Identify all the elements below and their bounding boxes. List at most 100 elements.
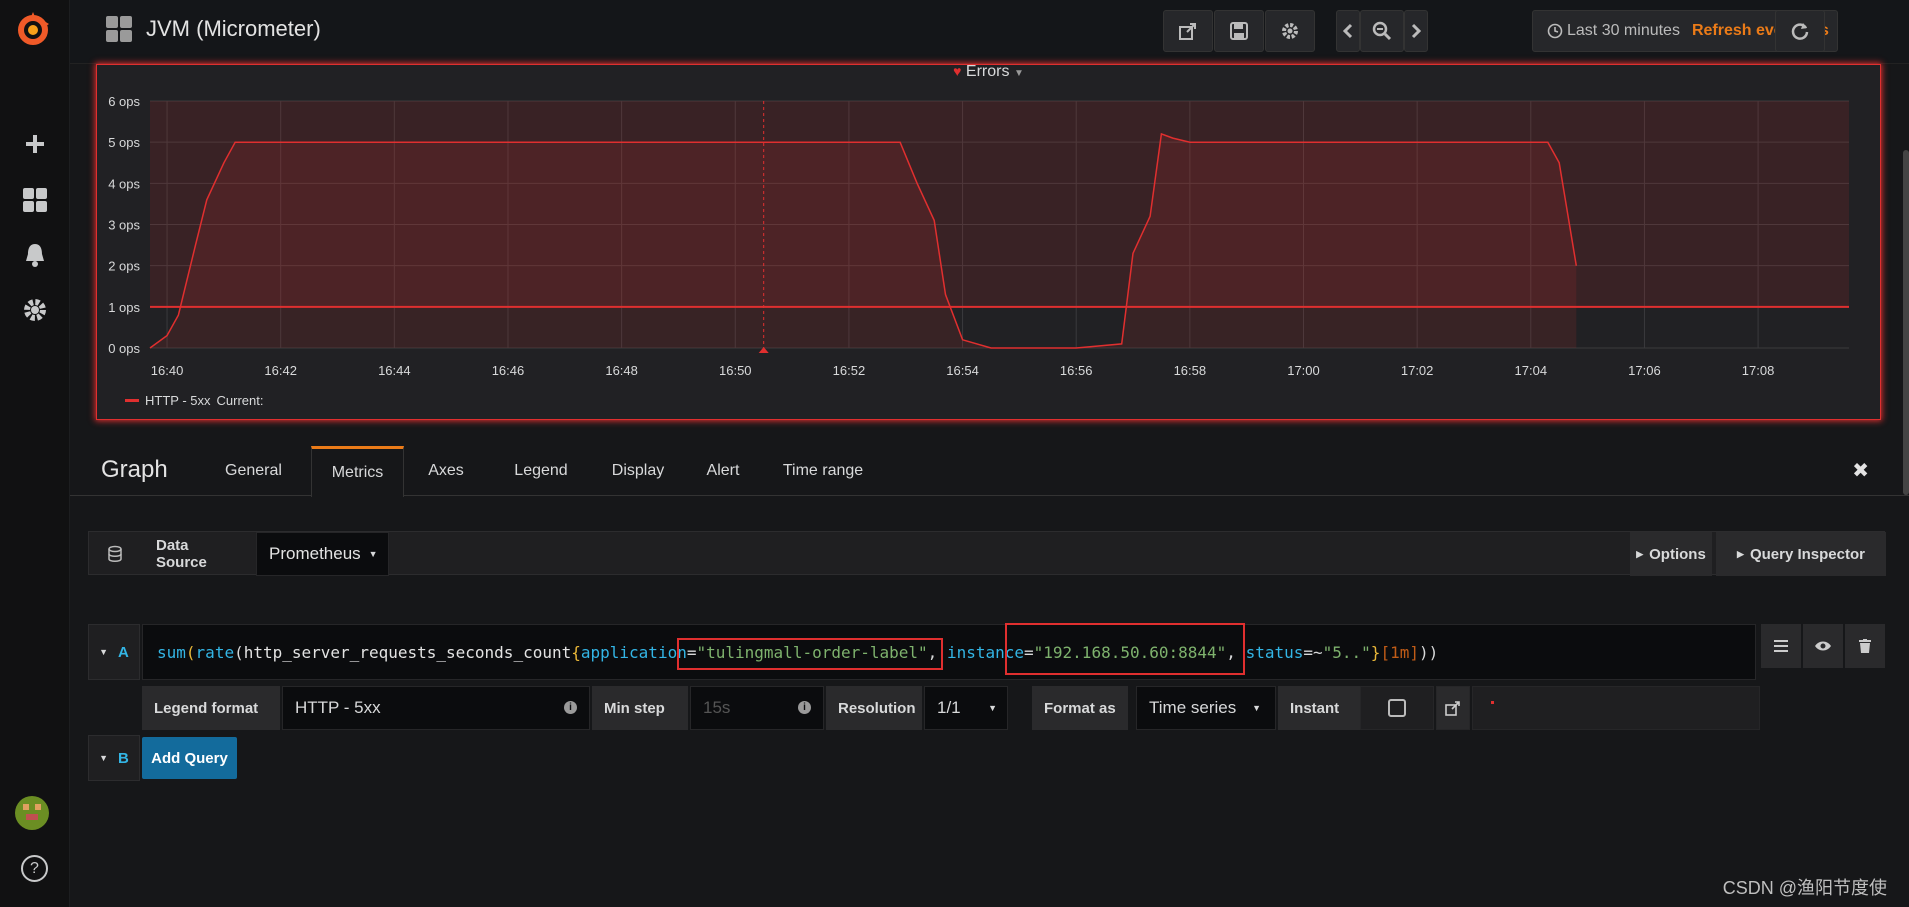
instant-checkbox[interactable] — [1388, 699, 1406, 717]
help-icon[interactable]: ? — [21, 855, 48, 882]
scrollbar-thumb[interactable] — [1903, 150, 1909, 495]
time-range-label: Last 30 minutes — [1567, 22, 1680, 39]
legend-format-value: HTTP - 5xx — [295, 698, 381, 717]
watermark-text: CSDN @渔阳节度使 — [1722, 878, 1887, 898]
remove-query-trash-icon[interactable] — [1845, 624, 1885, 668]
query-token: =~ — [1303, 642, 1323, 662]
format-as-select[interactable]: Time series ▼ — [1136, 686, 1276, 730]
x-tick-label: 17:02 — [1401, 363, 1434, 378]
tab-metrics[interactable]: Metrics — [311, 446, 404, 497]
close-editor-button[interactable]: ✖ — [1852, 458, 1869, 483]
x-tick-label: 16:56 — [1060, 363, 1093, 378]
info-icon: i — [798, 701, 811, 714]
y-tick-label: 2 ops — [108, 259, 140, 274]
user-avatar[interactable] — [15, 796, 49, 830]
datasource-value: Prometheus — [269, 544, 361, 563]
dashboard-settings-button[interactable] — [1265, 10, 1315, 52]
x-tick-label: 16:50 — [719, 363, 752, 378]
query-a-header[interactable]: ▼ A — [88, 624, 140, 680]
query-token: "5.." — [1322, 642, 1371, 662]
grafana-logo-icon[interactable] — [13, 10, 53, 50]
configuration-gear-icon[interactable] — [0, 290, 70, 330]
add-query-button[interactable]: Add Query — [142, 737, 237, 779]
x-tick-label: 17:00 — [1287, 363, 1320, 378]
x-tick-label: 16:54 — [946, 363, 979, 378]
x-tick-label: 16:46 — [492, 363, 525, 378]
clock-icon — [1547, 23, 1563, 39]
query-b-letter: B — [118, 749, 129, 767]
top-navbar: JVM (Micrometer) Last 30 minutes Refresh… — [70, 0, 1909, 64]
x-tick-label: 17:06 — [1628, 363, 1661, 378]
query-options-button[interactable]: ▶ Options — [1630, 532, 1712, 576]
tab-legend[interactable]: Legend — [506, 446, 576, 496]
caret-down-icon: ▼ — [368, 549, 378, 559]
legend-current-label: Current: — [216, 393, 264, 408]
sidebar: ? — [0, 0, 70, 907]
errors-chart: 0 ops 1 ops 2 ops 3 ops 4 ops 5 ops 6 ops 16:4… — [108, 94, 1849, 378]
time-forward-button[interactable] — [1404, 10, 1428, 52]
x-tick-label: 16:42 — [264, 363, 297, 378]
promql-query-input[interactable]: sum(rate(http_server_requests_seconds_co… — [142, 624, 1756, 680]
query-token: } — [1370, 642, 1381, 662]
x-tick-label: 16:52 — [833, 363, 866, 378]
highlight-box-application — [677, 638, 943, 670]
x-tick-label: 17:08 — [1742, 363, 1775, 378]
y-tick-label: 6 ops — [108, 94, 140, 109]
time-back-button[interactable] — [1336, 10, 1360, 52]
legend-series-name: HTTP - 5xx — [145, 393, 211, 408]
share-button[interactable] — [1163, 10, 1213, 52]
y-tick-label: 0 ops — [108, 341, 140, 356]
query-token: application — [580, 642, 687, 662]
dashboards-icon[interactable] — [0, 180, 70, 220]
query-token: rate — [195, 642, 235, 662]
query-inspector-label: Query Inspector — [1749, 545, 1865, 563]
zoom-out-button[interactable] — [1360, 10, 1404, 52]
prometheus-link-icon[interactable] — [1436, 686, 1470, 730]
query-menu-button[interactable] — [1761, 624, 1801, 668]
min-step-input[interactable]: 15s i — [690, 686, 824, 730]
min-step-label: Min step — [592, 686, 688, 730]
query-token: status — [1245, 642, 1304, 662]
graph-legend[interactable]: HTTP - 5xx Current: — [125, 393, 263, 408]
save-dashboard-button[interactable] — [1214, 10, 1264, 52]
query-token: ( — [234, 642, 244, 662]
errors-graph-panel: ♥ Errors ▼ 0 ops 1 ops 2 ops 3 ops 4 ops 5 op… — [96, 63, 1881, 420]
query-options-row: Legend format HTTP - 5xx i Min step 15s … — [142, 686, 1760, 730]
y-tick-label: 4 ops — [108, 176, 140, 191]
refresh-button[interactable] — [1775, 10, 1825, 52]
legend-format-label: Legend format — [142, 686, 280, 730]
x-tick-label: 17:04 — [1515, 363, 1548, 378]
legend-series-swatch — [125, 399, 139, 402]
alerting-bell-icon[interactable] — [0, 235, 70, 275]
legend-format-input[interactable]: HTTP - 5xx i — [282, 686, 590, 730]
tab-display[interactable]: Display — [603, 446, 673, 496]
datasource-select[interactable]: Prometheus ▼ — [256, 532, 389, 576]
x-tick-label: 16:58 — [1174, 363, 1207, 378]
create-plus-icon[interactable] — [0, 124, 70, 164]
instant-label: Instant — [1278, 686, 1360, 730]
dashboard-title-link[interactable]: JVM (Micrometer) — [106, 16, 321, 42]
datasource-row: Data Source Prometheus ▼ ▶ Options ▶ Que… — [88, 531, 1886, 576]
tab-general[interactable]: General — [212, 446, 295, 496]
min-step-placeholder: 15s — [703, 698, 731, 717]
toggle-query-visibility-eye-icon[interactable] — [1803, 624, 1843, 668]
tab-alert[interactable]: Alert — [698, 446, 748, 496]
highlight-box-instance — [1005, 623, 1245, 675]
query-inspector-button[interactable]: ▶ Query Inspector — [1716, 532, 1886, 576]
query-status-area — [1472, 686, 1760, 730]
query-token: ( — [185, 642, 196, 662]
query-token: [1m] — [1380, 642, 1419, 662]
query-token: { — [571, 642, 581, 662]
error-marker-dot — [1491, 700, 1494, 704]
tab-time-range[interactable]: Time range — [778, 446, 868, 496]
tab-axes[interactable]: Axes — [416, 446, 476, 496]
query-b-header[interactable]: ▼ B — [88, 735, 140, 781]
caret-down-icon: ▼ — [99, 753, 109, 763]
dashboard-title: JVM (Micrometer) — [146, 16, 321, 41]
query-token: http_server_requests_seconds_count — [243, 642, 572, 662]
editor-title: Graph — [101, 456, 168, 483]
resolution-select[interactable]: 1/1 ▼ — [924, 686, 1008, 730]
caret-down-icon: ▼ — [99, 647, 109, 657]
resolution-value: 1/1 — [937, 698, 961, 717]
query-a-letter: A — [118, 643, 129, 661]
